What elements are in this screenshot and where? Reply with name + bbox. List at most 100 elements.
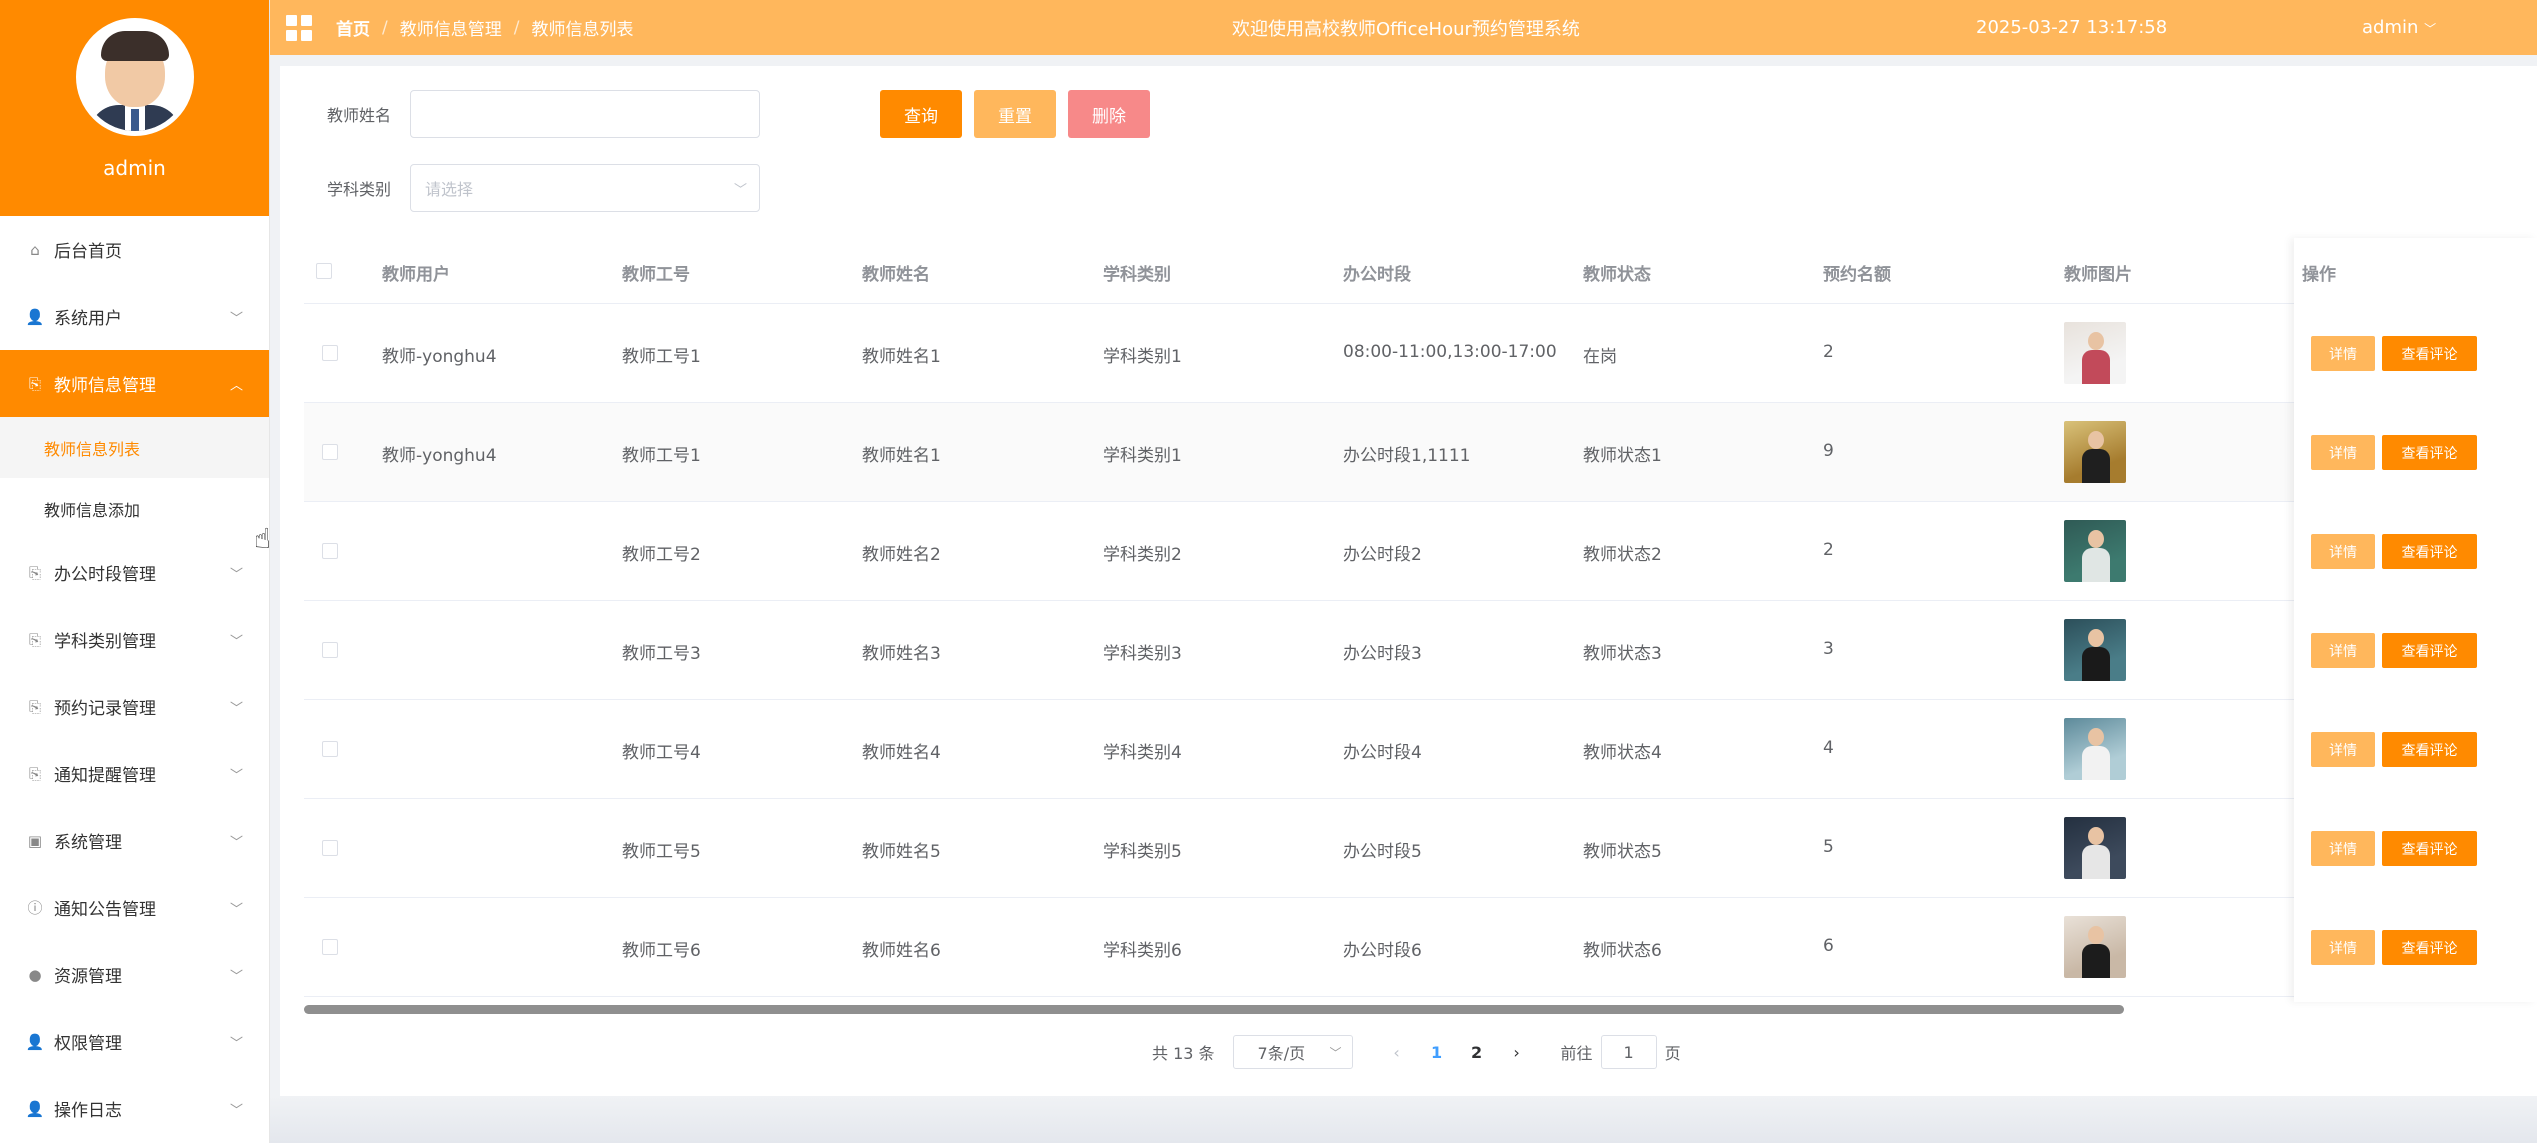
chevron-down-icon: ﹀	[229, 567, 243, 582]
sidebar-item-6[interactable]: ⎘ 通知提醒管理 ﹀	[0, 740, 269, 807]
avatar	[75, 18, 194, 136]
chevron-down-icon: ﹀	[229, 835, 243, 850]
detail-button[interactable]: 详情	[2311, 336, 2375, 371]
goto-page-input[interactable]: 1	[1600, 1035, 1657, 1069]
detail-button[interactable]: 详情	[2311, 435, 2375, 470]
row-checkbox[interactable]	[322, 642, 338, 658]
cell-hours: 办公时段1,1111	[1343, 446, 1471, 466]
sidebar-item-7[interactable]: ▣ 系统管理 ﹀	[0, 807, 269, 874]
row-checkbox[interactable]	[322, 840, 338, 856]
teacher-photo	[2064, 817, 2126, 879]
sidebar-item-11[interactable]: 👤 操作日志 ﹀	[0, 1075, 269, 1142]
sidebar-item-label: 学科类别管理	[54, 632, 156, 652]
page-size-select[interactable]: 7条/页 ﹀	[1232, 1035, 1353, 1069]
teacher-photo	[2064, 520, 2126, 582]
sidebar-item-label: 权限管理	[54, 1034, 122, 1054]
cell-hours: 办公时段5	[1343, 842, 1422, 862]
sidebar-item-0[interactable]: ⌂ 后台首页	[0, 216, 269, 283]
sidebar-item-label: 资源管理	[54, 967, 122, 987]
profile-panel: admin	[0, 0, 269, 216]
prev-page-icon[interactable]: ‹	[1377, 1043, 1417, 1062]
page-1[interactable]: 1	[1417, 1043, 1457, 1062]
detail-button[interactable]: 详情	[2311, 534, 2375, 569]
row-checkbox[interactable]	[322, 543, 338, 559]
view-reviews-button[interactable]: 查看评论	[2382, 435, 2477, 470]
operations-column: 操作 详情 查看评论 详情 查看评论 详情 查看评论 详情 查看评论 详情 查看评论 详情 查看评论详…	[2294, 238, 2537, 1002]
cell-quota: 9	[1823, 441, 1834, 461]
next-page-icon[interactable]: ›	[1497, 1043, 1537, 1062]
menu-toggle-icon[interactable]	[286, 14, 312, 41]
cell-quota: 4	[1823, 738, 1834, 758]
col-teacher-id: 教师工号	[622, 265, 690, 285]
view-reviews-button[interactable]: 查看评论	[2382, 633, 2477, 668]
cell-id: 教师工号6	[622, 941, 701, 961]
query-button[interactable]: 查询	[880, 90, 962, 138]
chevron-up-icon: ︿	[229, 378, 243, 393]
breadcrumb-home[interactable]: 首页	[336, 15, 370, 40]
chevron-down-icon: ﹀	[229, 311, 243, 326]
detail-button[interactable]: 详情	[2311, 633, 2375, 668]
col-category: 学科类别	[1103, 265, 1171, 285]
reset-button[interactable]: 重置	[974, 90, 1056, 138]
breadcrumb-section[interactable]: 教师信息管理	[400, 15, 502, 40]
cell-hours: 08:00-11:00,13:00-17:00	[1343, 342, 1557, 362]
sidebar-item-4[interactable]: ⎘ 学科类别管理 ﹀	[0, 606, 269, 673]
mouse-cursor-icon: ☝	[254, 522, 272, 555]
table-row: 教师工号4 教师姓名4 学科类别4 办公时段4 教师状态4 4	[304, 700, 2537, 799]
sidebar-subitem-label: 教师信息列表	[44, 439, 141, 459]
row-checkbox[interactable]	[322, 939, 338, 955]
row-checkbox[interactable]	[322, 741, 338, 757]
goto-suffix: 页	[1664, 1044, 1681, 1063]
detail-button[interactable]: 详情	[2311, 930, 2375, 965]
cell-user: 教师-yonghu4	[382, 446, 497, 466]
user-icon: 👤	[25, 1032, 45, 1051]
chevron-down-icon: ﹀	[229, 969, 243, 984]
view-reviews-button[interactable]: 查看评论	[2382, 732, 2477, 767]
cell-category: 学科类别4	[1103, 743, 1182, 763]
cell-quota: 2	[1823, 342, 1834, 362]
sidebar-subitem-0[interactable]: 教师信息列表	[0, 417, 269, 478]
sidebar-item-3[interactable]: ⎘ 办公时段管理 ﹀	[0, 539, 269, 606]
page-2[interactable]: 2	[1457, 1043, 1497, 1062]
delete-button[interactable]: 删除	[1068, 90, 1150, 138]
sidebar-item-8[interactable]: ⓘ 通知公告管理 ﹀	[0, 874, 269, 941]
view-reviews-button[interactable]: 查看评论	[2382, 831, 2477, 866]
cell-hours: 办公时段6	[1343, 941, 1422, 961]
detail-button[interactable]: 详情	[2311, 831, 2375, 866]
teacher-name-label: 教师姓名	[327, 106, 392, 125]
user-menu[interactable]: admin ﹀	[2362, 17, 2436, 38]
sidebar: admin ⌂ 后台首页 👤 系统用户 ﹀ ⎘ 教师信息管理 ︿ 教师信息列表教师信息添加 ⎘ 办公…	[0, 0, 270, 1143]
sidebar-item-label: 通知提醒管理	[54, 766, 156, 786]
view-reviews-button[interactable]: 查看评论	[2382, 930, 2477, 965]
category-select[interactable]: 请选择 ﹀	[410, 164, 760, 212]
cell-user: 教师-yonghu4	[382, 347, 497, 367]
sidebar-subitem-1[interactable]: 教师信息添加	[0, 478, 269, 539]
detail-button[interactable]: 详情	[2311, 732, 2375, 767]
cell-name: 教师姓名5	[862, 842, 941, 862]
sidebar-item-10[interactable]: 👤 权限管理 ﹀	[0, 1008, 269, 1075]
teacher-name-input[interactable]	[410, 90, 760, 138]
table-header: 教师用户 教师工号 教师姓名 学科类别 办公时段 教师状态 预约名额 教师图片	[304, 238, 2537, 304]
main-panel: 教师姓名 查询 重置 删除 学科类别 请选择 ﹀ 教师用户 教师工号 教师姓名 …	[280, 66, 2537, 1096]
cell-category: 学科类别5	[1103, 842, 1182, 862]
cell-category: 学科类别1	[1103, 347, 1182, 367]
user-icon: 👤	[25, 1099, 45, 1118]
col-office-hours: 办公时段	[1343, 265, 1411, 285]
cell-id: 教师工号4	[622, 743, 701, 763]
row-checkbox[interactable]	[322, 444, 338, 460]
system-title: 欢迎使用高校教师OfficeHour预约管理系统	[1232, 18, 1580, 40]
sidebar-item-1[interactable]: 👤 系统用户 ﹀	[0, 283, 269, 350]
row-checkbox[interactable]	[322, 345, 338, 361]
image-icon: ▣	[27, 831, 43, 850]
view-reviews-button[interactable]: 查看评论	[2382, 534, 2477, 569]
sidebar-item-2[interactable]: ⎘ 教师信息管理 ︿	[0, 350, 269, 417]
sidebar-item-5[interactable]: ⎘ 预约记录管理 ﹀	[0, 673, 269, 740]
cell-quota: 2	[1823, 540, 1834, 560]
horizontal-scrollbar[interactable]	[304, 1005, 2124, 1014]
sidebar-item-9[interactable]: ● 资源管理 ﹀	[0, 941, 269, 1008]
table-row: 教师-yonghu4 教师工号1 教师姓名1 学科类别1 08:00-11:00,13:…	[304, 304, 2537, 403]
select-all-checkbox[interactable]	[316, 263, 332, 279]
view-reviews-button[interactable]: 查看评论	[2382, 336, 2477, 371]
cell-name: 教师姓名4	[862, 743, 941, 763]
chevron-down-icon: ﹀	[229, 634, 243, 649]
